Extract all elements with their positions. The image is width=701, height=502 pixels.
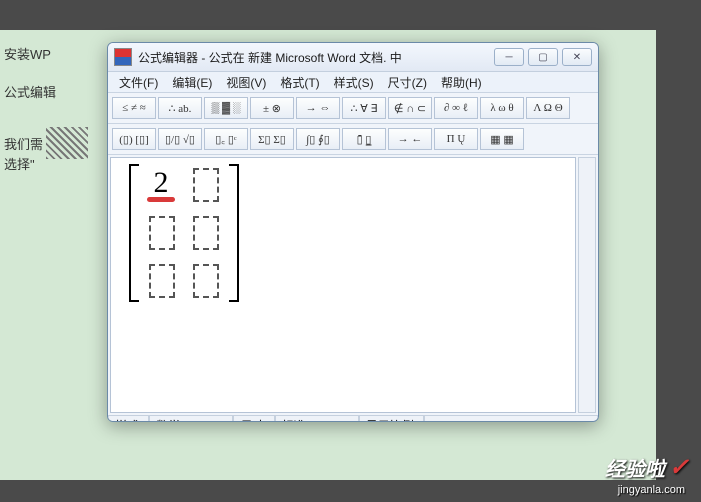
menu-size[interactable]: 尺寸(Z) — [381, 72, 434, 93]
template-products[interactable]: Π Ų — [434, 128, 478, 150]
statusbar: 样式: 数学(M) 尺寸: 标准(F) 显示比例: 200% — [108, 415, 598, 422]
status-zoom-label: 显示比例: — [359, 416, 424, 422]
palette-logical[interactable]: ∴ ∀ ∃ — [342, 97, 386, 119]
close-button[interactable]: ✕ — [562, 48, 592, 66]
watermark-url: jingyanla.com — [618, 484, 685, 496]
template-integrals[interactable]: ∫▯ ∮▯ — [296, 128, 340, 150]
palette-greek-lower[interactable]: λ ω θ — [480, 97, 524, 119]
app-icon — [114, 48, 132, 66]
template-subsup[interactable]: ▯꜀ ▯ᶜ — [204, 128, 248, 150]
status-style-label: 样式: — [108, 416, 149, 422]
template-sums[interactable]: Σ▯ Σ▯ — [250, 128, 294, 150]
matrix-cell-1-0[interactable] — [149, 216, 175, 250]
matrix-cell-2-1[interactable] — [193, 264, 219, 298]
status-size-value[interactable]: 标准(F) — [275, 416, 359, 422]
matrix-cell-0-0[interactable]: 2 — [149, 168, 173, 200]
bg-text-1: 安装WP — [4, 40, 51, 70]
equation-editor-window: 公式编辑器 - 公式在 新建 Microsoft Word 文档. 中 ─ ▢ … — [107, 42, 599, 422]
selection-hatch — [46, 127, 88, 159]
red-underline-icon — [147, 197, 175, 202]
menu-file[interactable]: 文件(F) — [112, 72, 165, 93]
right-bracket-icon — [227, 164, 239, 302]
maximize-button[interactable]: ▢ — [528, 48, 558, 66]
status-zoom-value[interactable]: 200% — [424, 416, 598, 422]
template-toolbar: (▯) [▯] ▯/▯ √▯ ▯꜀ ▯ᶜ Σ▯ Σ▯ ∫▯ ∮▯ ▯̄ ▯̲ →… — [108, 124, 598, 155]
menu-edit[interactable]: 编辑(E) — [165, 72, 219, 93]
matrix-cell-1-1[interactable] — [193, 216, 219, 250]
matrix-bracket: 2 — [129, 164, 239, 302]
bg-text-2: 公式编辑 — [4, 78, 56, 108]
symbol-toolbar: ≤ ≠ ≈ ∴ ab. ▒ ▓ ░ ± ⊗ → ⇔ ∴ ∀ ∃ ∉ ∩ ⊂ ∂ … — [108, 93, 598, 124]
menubar: 文件(F) 编辑(E) 视图(V) 格式(T) 样式(S) 尺寸(Z) 帮助(H… — [108, 72, 598, 93]
status-size-label: 尺寸: — [233, 416, 274, 422]
window-title: 公式编辑器 - 公式在 新建 Microsoft Word 文档. 中 — [138, 49, 494, 66]
menu-help[interactable]: 帮助(H) — [434, 72, 489, 93]
vertical-scrollbar[interactable] — [578, 157, 596, 413]
palette-spaces[interactable]: ∴ ab. — [158, 97, 202, 119]
menu-style[interactable]: 样式(S) — [327, 72, 381, 93]
palette-misc[interactable]: ∂ ∞ ℓ — [434, 97, 478, 119]
palette-greek-upper[interactable]: Λ Ω Θ — [526, 97, 570, 119]
palette-operators[interactable]: ± ⊗ — [250, 97, 294, 119]
matrix-cell-2-0[interactable] — [149, 264, 175, 298]
menu-view[interactable]: 视图(V) — [219, 72, 273, 93]
template-arrows[interactable]: → ← — [388, 128, 432, 150]
template-matrices[interactable]: ▦ ▦ — [480, 128, 524, 150]
minimize-button[interactable]: ─ — [494, 48, 524, 66]
equation-canvas[interactable]: 2 — [110, 157, 576, 413]
menu-format[interactable]: 格式(T) — [273, 72, 326, 93]
watermark-logo: 经验啦 ✓ — [605, 453, 689, 482]
status-style-value[interactable]: 数学(M) — [149, 416, 233, 422]
bg-text-4: 选择" — [4, 150, 35, 180]
checkmark-icon: ✓ — [669, 453, 689, 482]
left-bracket-icon — [129, 164, 141, 302]
template-fractions[interactable]: ▯/▯ √▯ — [158, 128, 202, 150]
palette-relations[interactable]: ≤ ≠ ≈ — [112, 97, 156, 119]
template-bars[interactable]: ▯̄ ▯̲ — [342, 128, 386, 150]
palette-set[interactable]: ∉ ∩ ⊂ — [388, 97, 432, 119]
palette-embellish[interactable]: ▒ ▓ ░ — [204, 97, 248, 119]
palette-arrows[interactable]: → ⇔ — [296, 97, 340, 119]
matrix-cell-0-1[interactable] — [193, 168, 219, 202]
titlebar[interactable]: 公式编辑器 - 公式在 新建 Microsoft Word 文档. 中 ─ ▢ … — [108, 43, 598, 72]
template-fences[interactable]: (▯) [▯] — [112, 128, 156, 150]
